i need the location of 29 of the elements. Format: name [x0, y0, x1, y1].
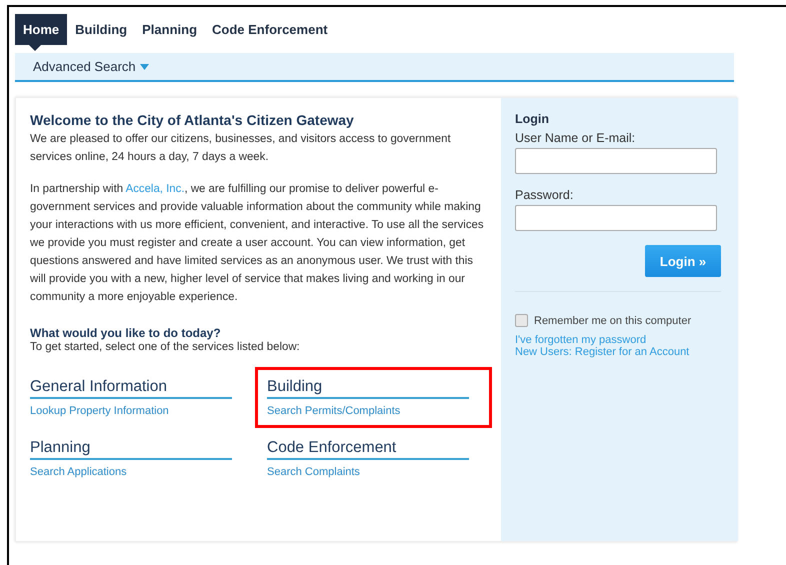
remember-checkbox[interactable] [515, 314, 528, 327]
username-field[interactable] [515, 148, 717, 174]
login-button[interactable]: Login » [645, 245, 721, 277]
service-link[interactable]: Lookup Property Information [30, 405, 169, 417]
intro-paragraph: In partnership with Accela, Inc., we are fulfilling our promise to deliver powerful e-government services and provide valuable information about the community while making your interactions with us more efficient, convenient, and interactive. To use all the services we provide you must register and create a user account. You can view information, get questions answered and have limited services as an anonymous user. We trust with this will provide you with a new, higher level of service that makes living and working in our community a more enjoyable experience. [30, 182, 485, 305]
service-heading: Planning [30, 439, 232, 460]
question-heading: What would you like to do today? [30, 326, 222, 340]
caret-icon [140, 64, 149, 70]
advanced-search-menu[interactable]: Advanced Search [33, 59, 149, 74]
forgot-password-link[interactable]: I've forgotten my password [515, 334, 646, 346]
service-heading: Building [267, 378, 469, 399]
nav-tab[interactable]: Building [68, 14, 134, 45]
service-heading: Code Enforcement [267, 439, 469, 460]
service-link[interactable]: Search Permits/Complaints [267, 405, 400, 417]
register-link[interactable]: New Users: Register for an Account [515, 346, 690, 358]
accela-link[interactable]: Accela, Inc. [126, 183, 184, 195]
service-heading: General Information [30, 378, 232, 399]
field-label: Password: [515, 188, 574, 202]
intro-paragraph: We are pleased to offer our citizens, businesses, and visitors access to government services online, 24 hours a day, 7 days a week. [30, 132, 452, 165]
nav-tab[interactable]: Planning [135, 14, 204, 45]
login-heading: Login [515, 112, 550, 126]
service-link[interactable]: Search Complaints [267, 466, 360, 478]
field-label: User Name or E-mail: [515, 131, 636, 145]
remember-label: Remember me on this computer [534, 314, 692, 326]
service-link[interactable]: Search Applications [30, 466, 127, 478]
password-field[interactable] [515, 205, 717, 231]
nav-tab[interactable]: Code Enforcement [205, 14, 335, 45]
welcome-heading: Welcome to the City of Atlanta's Citizen Gateway [30, 112, 355, 128]
prompt-text: To get started, select one of the services listed below: [30, 341, 301, 353]
